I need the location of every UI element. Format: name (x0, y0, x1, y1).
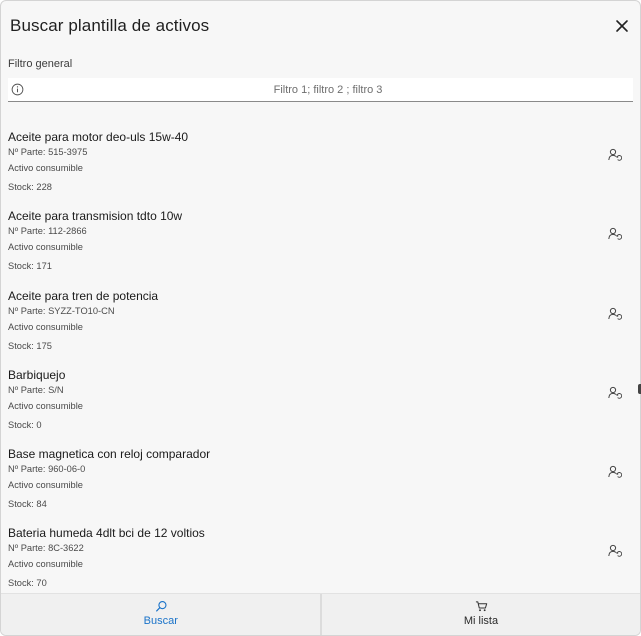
asset-stock: Stock: 228 (8, 182, 52, 192)
search-icon (155, 601, 167, 612)
info-icon (11, 83, 24, 96)
asset-type: Activo consumible (8, 242, 83, 253)
asset-part-number: Nº Parte: 515-3975 (8, 147, 88, 157)
asset-type: Activo consumible (8, 480, 83, 491)
list-item[interactable]: Aceite para tren de potencia Nº Parte: SY… (1, 280, 640, 359)
filter-label: Filtro general (8, 58, 73, 70)
filter-input[interactable] (30, 78, 626, 101)
asset-part-number: Nº Parte: SYZZ-TO10-CN (8, 305, 115, 316)
asset-part-number: Nº Parte: 112-2866 (8, 226, 87, 237)
dialog-title: Buscar plantilla de activos (10, 16, 210, 35)
asset-stock: Stock: 175 (8, 340, 52, 351)
user-assign-icon[interactable] (608, 307, 622, 321)
user-assign-icon[interactable] (608, 465, 622, 479)
asset-stock: Stock: 0 (8, 419, 42, 430)
asset-part-number: Nº Parte: 960-06-0 (8, 464, 86, 475)
asset-stock: Stock: 84 (8, 499, 47, 510)
dialog-header: Buscar plantilla de activos (1, 1, 640, 53)
asset-name: Bateria humeda 4dlt bci de 12 voltios (8, 526, 205, 541)
asset-type: Activo consumible (8, 163, 83, 173)
asset-stock: Stock: 171 (8, 261, 52, 272)
asset-name: Aceite para tren de potencia (8, 288, 159, 303)
tab-my-list-label: Mi lista (463, 615, 499, 627)
asset-type: Activo consumible (8, 400, 83, 411)
close-icon (616, 20, 628, 32)
close-button[interactable] (614, 18, 630, 34)
user-assign-icon[interactable] (608, 148, 622, 162)
asset-type: Activo consumible (8, 321, 83, 332)
user-assign-icon[interactable] (608, 227, 622, 241)
asset-part-number: Nº Parte: S/N (8, 384, 64, 395)
asset-name: Base magnetica con reloj comparador (8, 447, 211, 462)
list-item[interactable]: Aceite para motor deo-uls 15w-40 Nº Parte… (1, 121, 640, 200)
user-assign-icon[interactable] (608, 386, 622, 400)
tab-search[interactable]: Buscar (1, 594, 321, 635)
list-item[interactable]: Aceite para transmision tdto 10w Nº Parte… (1, 200, 640, 279)
cart-icon (475, 601, 488, 612)
asset-name: Aceite para transmision tdto 10w (8, 209, 183, 224)
list-item[interactable]: Bateria humeda 4dlt bci de 12 voltios Nº … (1, 517, 640, 596)
asset-type: Activo consumible (8, 559, 83, 570)
user-assign-icon[interactable] (608, 544, 622, 558)
asset-list: Aceite para motor deo-uls 15w-40 Nº Parte… (1, 121, 640, 597)
asset-part-number: Nº Parte: 8C-3622 (8, 543, 84, 554)
asset-name: Barbiquejo (8, 367, 66, 382)
tab-search-label: Buscar (143, 615, 178, 627)
list-item[interactable]: Base magnetica con reloj comparador Nº Pa… (1, 438, 640, 517)
list-item[interactable]: Barbiquejo Nº Parte: S/N Activo consumible… (1, 359, 640, 438)
filter-field[interactable] (8, 78, 633, 102)
asset-stock: Stock: 70 (8, 578, 47, 589)
tab-my-list[interactable]: Mi lista (320, 594, 640, 635)
asset-name: Aceite para motor deo-uls 15w-40 (8, 130, 189, 144)
search-asset-template-dialog: Buscar plantilla de activos Filtro gener… (0, 0, 641, 636)
bottom-tab-bar: Buscar Mi lista (1, 593, 640, 635)
